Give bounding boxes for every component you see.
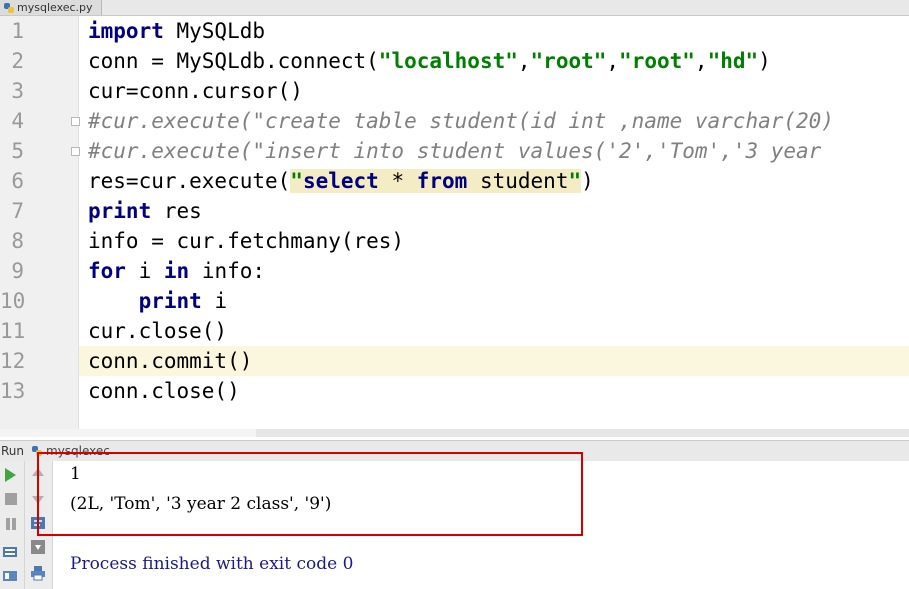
- rerun-icon[interactable]: [2, 467, 18, 483]
- sql-keyword: from: [416, 169, 468, 193]
- editor-tab-bar: mysqlexec.py: [0, 0, 909, 16]
- code-text: i: [201, 289, 228, 313]
- line-number: 1: [11, 19, 24, 43]
- process-exit-message: Process finished with exit code 0: [70, 554, 354, 574]
- code-text: MySQLdb: [163, 19, 266, 43]
- string-literal: "localhost": [378, 49, 518, 73]
- print-icon[interactable]: [30, 565, 46, 581]
- stop-icon[interactable]: [3, 491, 19, 507]
- python-run-icon: [32, 446, 43, 456]
- layout-icon[interactable]: [2, 568, 18, 584]
- sql-text: *: [378, 169, 417, 193]
- code-text: cur=conn.cursor(): [88, 79, 303, 103]
- console-output-line: 1: [70, 464, 81, 484]
- code-line-8: info = cur.fetchmany(res): [79, 226, 909, 256]
- line-number: 4: [11, 109, 24, 133]
- horizontal-scrollbar-track[interactable]: [0, 429, 256, 437]
- code-text: conn.close(): [88, 379, 240, 403]
- string-literal: "root": [530, 49, 607, 73]
- code-editor[interactable]: import MySQLdb conn = MySQLdb.connect("l…: [79, 16, 909, 430]
- code-line-10: print i: [79, 286, 909, 316]
- keyword: print: [88, 199, 152, 223]
- line-number: 8: [11, 229, 24, 253]
- line-number: 10: [0, 289, 26, 313]
- line-number-gutter[interactable]: 1 2 3 4 5 6 7 8 9 10 11 12 13: [0, 16, 80, 430]
- keyword: for: [88, 259, 126, 283]
- code-text: ,: [606, 49, 620, 73]
- run-config-name: mysqlexec: [46, 444, 110, 458]
- string-literal: ": [568, 169, 582, 193]
- line-number: 5: [11, 139, 24, 163]
- keyword: print: [138, 289, 202, 313]
- line-number: 9: [11, 259, 24, 283]
- code-text: conn.commit(): [88, 349, 253, 373]
- dump-threads-icon[interactable]: [2, 545, 18, 561]
- code-text: ): [758, 49, 771, 73]
- code-line-6: res=cur.execute("select * from student"): [79, 166, 909, 196]
- string-literal: "root": [619, 49, 695, 73]
- line-number: 11: [0, 319, 26, 343]
- run-panel-header: Run mysqlexec: [0, 440, 909, 462]
- sql-text: student: [467, 169, 569, 193]
- editor-tab-title: mysqlexec.py: [17, 1, 93, 14]
- run-toolbar-left: [0, 461, 25, 589]
- code-line-12-current: conn.commit(): [79, 346, 909, 376]
- code-line-3: cur=conn.cursor(): [79, 76, 909, 106]
- keyword: in: [163, 259, 190, 283]
- comment-text: #cur.execute("create table student(id in…: [88, 109, 834, 133]
- run-toolbar-right: [25, 461, 53, 589]
- sql-keyword: select: [302, 169, 379, 193]
- code-text: info = cur.fetchmany(res): [88, 229, 405, 253]
- string-literal: "hd": [707, 49, 759, 73]
- scroll-up-icon[interactable]: [30, 465, 46, 481]
- code-text: info:: [189, 259, 266, 283]
- line-number: 2: [11, 49, 24, 73]
- code-line-7: print res: [79, 196, 909, 226]
- python-file-icon: [4, 2, 14, 13]
- code-line-4: #cur.execute("create table student(id in…: [79, 106, 909, 136]
- line-number: 3: [11, 79, 24, 103]
- code-text: i: [125, 259, 164, 283]
- line-number: 12: [0, 349, 26, 373]
- code-line-9: for i in info:: [79, 256, 909, 286]
- code-line-5: #cur.execute("insert into student values…: [79, 136, 909, 166]
- code-line-1: import MySQLdb: [79, 16, 909, 46]
- code-text: res: [151, 199, 202, 223]
- code-text: conn = MySQLdb.connect(: [88, 49, 379, 73]
- line-number: 13: [0, 379, 26, 403]
- string-literal: ": [290, 169, 303, 193]
- soft-wrap-icon[interactable]: [30, 515, 46, 531]
- code-text: cur.close(): [88, 319, 228, 343]
- run-console-output[interactable]: 1 (2L, 'Tom', '3 year 2 class', '9') Pro…: [53, 461, 909, 589]
- code-line-11: cur.close(): [79, 316, 909, 346]
- scroll-down-icon[interactable]: [30, 491, 46, 507]
- code-text: res=cur.execute(: [88, 169, 291, 193]
- code-text: ,: [517, 49, 531, 73]
- scroll-to-end-icon[interactable]: [30, 539, 46, 555]
- line-number: 7: [11, 199, 24, 223]
- keyword: import: [88, 19, 164, 43]
- editor-tab[interactable]: mysqlexec.py: [0, 0, 102, 15]
- code-line-2: conn = MySQLdb.connect("localhost","root…: [79, 46, 909, 76]
- horizontal-scrollbar-thumb[interactable]: [256, 429, 909, 437]
- line-number: 6: [11, 169, 24, 193]
- console-output-line: (2L, 'Tom', '3 year 2 class', '9'): [70, 494, 332, 514]
- pause-icon[interactable]: [3, 516, 19, 532]
- code-line-13: conn.close(): [79, 376, 909, 406]
- run-config-tab[interactable]: mysqlexec: [32, 444, 110, 458]
- run-panel-label[interactable]: Run: [1, 444, 24, 458]
- comment-text: #cur.execute("insert into student values…: [88, 139, 822, 163]
- code-text: ,: [694, 49, 708, 73]
- code-text: ): [581, 169, 594, 193]
